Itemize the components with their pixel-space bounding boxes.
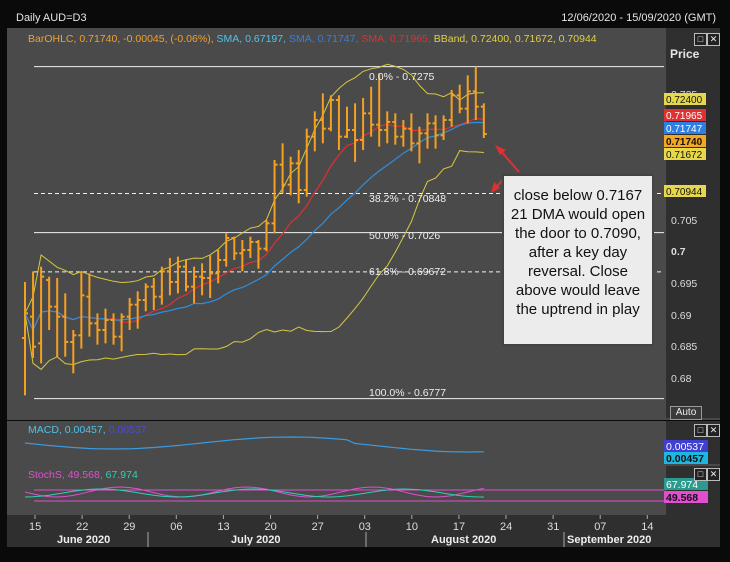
stoch-label[interactable]: StochS, [28,469,65,481]
legend-sma1-label[interactable]: SMA, [217,33,243,45]
stoch-tag-2-text: 49.568 [666,492,698,504]
fib-label-100: 100.0% - 0.6777 [369,387,446,399]
x-tick-label: 27 [312,521,324,533]
x-tick-label: 31 [547,521,559,533]
legend-bband-values: 0.72400, 0.71672, 0.70944 [471,33,597,45]
stoch-value-2: 67.974 [105,469,138,481]
tag-bband-mid-text: 0.71672 [666,150,703,161]
x-tick-label: 03 [359,521,371,533]
x-tick-label: 14 [641,521,653,533]
fib-label-382: 38.2% - 0.70848 [369,193,446,205]
x-tick-label: 06 [170,521,182,533]
macd-value-1: 0.00457, [64,424,106,436]
stoch-maximize-icon[interactable]: □ [694,468,707,481]
tag-bband-upper-text: 0.72400 [666,95,703,106]
x-tick-label: 24 [500,521,512,533]
close-icon[interactable]: ✕ [707,33,720,46]
x-tick-label: 07 [594,521,606,533]
macd-close-icon[interactable]: ✕ [707,424,720,437]
macd-tag-1-text: 0.00537 [666,441,704,453]
month-label-september: September 2020 [567,534,651,546]
month-label-august: August 2020 [431,534,496,546]
x-tick-label: 10 [406,521,418,533]
legend-barohlc-label[interactable]: BarOHLC, [28,33,76,45]
tag-sma-blue-text: 0.71747 [666,124,703,135]
legend-sma2-value: 0.71747, [317,33,359,45]
main-legend: BarOHLC, 0.71740, -0.00045, (-0.06%), SM… [28,33,597,45]
stoch-value-1: 49.568, [67,469,103,481]
annotation-box: close below 0.7167 21 DMA would open the… [502,174,654,346]
legend-sma3-value: 0.71965, [389,33,431,45]
price-tick: 0.68 [671,373,692,385]
legend-sma2-label[interactable]: SMA, [289,33,315,45]
price-tick: 0.69 [671,310,692,322]
fib-label-618: 61.8% - 0.69672 [369,266,446,278]
legend-sma3-label[interactable]: SMA, [361,33,387,45]
x-tick-label: 17 [453,521,465,533]
macd-label[interactable]: MACD, [28,424,62,436]
macd-value-2: 0.00537 [108,424,147,436]
macd-legend: MACD, 0.00457, 0.00537 [28,424,147,436]
fib-label-0: 0.0% - 0.7275 [369,71,435,83]
price-tick: 0.705 [671,215,697,227]
price-axis-title: Price [670,47,700,61]
chart-window: 0.0% - 0.7275 38.2% - 0.70848 50.0% - 0.… [0,0,730,562]
price-tick: 0.695 [671,278,697,290]
stoch-close-icon[interactable]: ✕ [707,468,720,481]
x-tick-label: 29 [123,521,135,533]
fib-label-50: 50.0% - 0.7026 [369,230,440,242]
tag-bband-lower-text: 0.70944 [666,187,703,198]
date-range: 12/06/2020 - 15/09/2020 (GMT) [561,12,716,24]
chart-title: Daily AUD=D3 [16,12,87,24]
macd-maximize-icon[interactable]: □ [694,424,707,437]
month-label-june: June 2020 [57,534,110,546]
legend-sma1-value: 0.67197, [245,33,287,45]
month-label-july: July 2020 [231,534,281,546]
x-tick-label: 20 [265,521,277,533]
auto-scale-button[interactable]: Auto [670,406,702,420]
x-tick-label: 13 [217,521,229,533]
legend-barohlc-values: 0.71740, -0.00045, (-0.06%), [79,33,214,45]
tag-sma-red-text: 0.71965 [666,111,703,122]
price-tick: 0.685 [671,341,697,353]
tag-close-text: 0.71740 [666,137,703,148]
legend-bband-label[interactable]: BBand, [434,33,468,45]
x-tick-label: 15 [29,521,41,533]
stoch-legend: StochS, 49.568, 67.974 [28,469,138,481]
macd-tag-2-text: 0.00457 [666,453,704,465]
x-tick-label: 22 [76,521,88,533]
maximize-icon[interactable]: □ [694,33,707,46]
price-tick: 0.7 [671,246,686,258]
